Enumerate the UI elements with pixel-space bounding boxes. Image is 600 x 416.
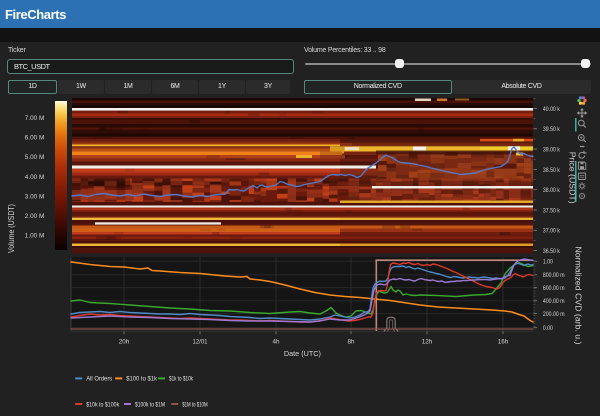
svg-text:400.00 m: 400.00 m xyxy=(543,298,565,305)
svg-text:12h: 12h xyxy=(422,338,433,345)
svg-text:1.00: 1.00 xyxy=(543,259,553,266)
svg-text:38.50 k: 38.50 k xyxy=(543,167,560,174)
svg-text:5.00 M: 5.00 M xyxy=(25,154,45,161)
svg-text:39.50 k: 39.50 k xyxy=(543,126,560,133)
svg-text:600.00 m: 600.00 m xyxy=(543,285,565,292)
svg-text:Date (UTC): Date (UTC) xyxy=(284,349,321,358)
svg-text:Volume (USDT): Volume (USDT) xyxy=(7,204,16,253)
svg-text:36.50 k: 36.50 k xyxy=(543,248,560,255)
svg-text:8h: 8h xyxy=(348,338,355,345)
svg-text:0.00: 0.00 xyxy=(543,325,553,332)
svg-text:$10k to $100k: $10k to $100k xyxy=(86,401,119,408)
svg-text:1.00 M: 1.00 M xyxy=(25,233,45,240)
svg-text:37.50 k: 37.50 k xyxy=(543,207,560,214)
svg-text:$1M to $10M: $1M to $10M xyxy=(182,401,208,408)
svg-text:All Orders: All Orders xyxy=(86,376,113,383)
svg-text:4h: 4h xyxy=(273,338,280,345)
svg-text:800.00 m: 800.00 m xyxy=(543,272,565,279)
svg-text:20h: 20h xyxy=(119,338,130,345)
svg-text:16h: 16h xyxy=(498,338,509,345)
svg-text:$100 to $1k: $100 to $1k xyxy=(126,376,157,383)
svg-text:Normalized CVD (arb. u.): Normalized CVD (arb. u.) xyxy=(574,247,584,345)
svg-text:7.00 M: 7.00 M xyxy=(25,115,45,122)
svg-text:40.00 k: 40.00 k xyxy=(543,106,560,113)
svg-text:2.00 M: 2.00 M xyxy=(25,213,45,220)
svg-text:37.00 k: 37.00 k xyxy=(543,228,560,235)
svg-text:200.00 m: 200.00 m xyxy=(543,311,565,318)
svg-text:$100k to $1M: $100k to $1M xyxy=(135,401,165,408)
svg-text:12/01: 12/01 xyxy=(193,338,208,345)
svg-text:3.00 M: 3.00 M xyxy=(25,193,45,200)
svg-text:6.00 M: 6.00 M xyxy=(25,135,45,142)
svg-text:4.00 M: 4.00 M xyxy=(25,174,45,181)
svg-text:38.00 k: 38.00 k xyxy=(543,187,560,194)
svg-text:39.00 k: 39.00 k xyxy=(543,147,560,154)
svg-text:$1k to $10k: $1k to $10k xyxy=(169,376,193,383)
